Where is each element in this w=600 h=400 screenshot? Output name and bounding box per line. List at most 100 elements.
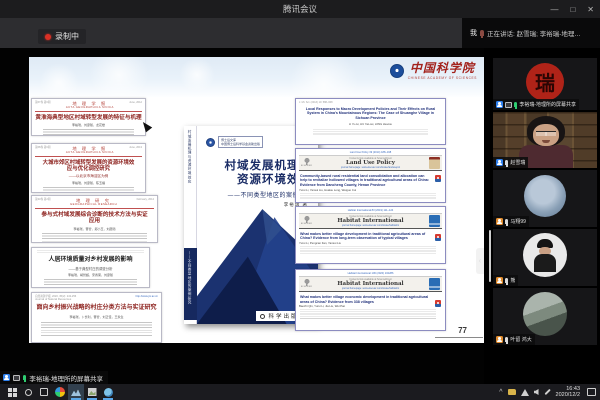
paper-subtitle: ——基于典型村庄的调查分析	[35, 266, 146, 271]
cas-logo: 中国科学院 CHINESE ACADEMY OF SCIENCES	[390, 62, 477, 80]
journal-name-en: ACTA GEOGRAPHICA SINICA	[66, 151, 114, 155]
journal-vol: 第68卷 第6期	[35, 146, 50, 149]
paper-card-en-2: Land Use Policy 39 (2014) 188–198 ELSEVI…	[295, 148, 446, 203]
windows-taskbar: ^ 16:43 2020/12/2	[0, 384, 600, 400]
participant-tile-video[interactable]: 赵雪瑞	[493, 112, 597, 168]
member-icon	[496, 159, 503, 166]
me-label: 我	[470, 28, 477, 38]
abstract-text-lines	[41, 322, 152, 336]
participant-tile-share[interactable]: 瑞 李裕瑞-地理所的屏幕共享	[493, 58, 597, 110]
paper-card-en-4: Habitat International 106 (2020) 102286 …	[295, 269, 446, 331]
paper-authors: Baozhi Qin, Yurui Li, Jia Liu, Wei Pan	[299, 304, 442, 308]
search-button[interactable]	[20, 384, 36, 400]
pen-tray-icon[interactable]	[544, 389, 550, 395]
screen-share-icon	[505, 102, 512, 108]
slide-footer-line	[435, 337, 483, 338]
participant-name: 熊	[510, 277, 515, 284]
paper-authors: 李裕瑞，卜长利，曹智，刘正佳，王永生	[35, 315, 158, 319]
journal-name: Journal of Natural Resources	[35, 298, 158, 301]
homepage-line: journal homepage: www.elsevier.com/locat…	[314, 224, 427, 227]
paper-authors: Yurui Li, Yansui Liu, Hualou Long, Weigu…	[299, 188, 442, 192]
avatar	[524, 175, 566, 217]
action-center-icon[interactable]	[587, 388, 596, 396]
member-icon	[496, 218, 503, 225]
window-titlebar: 腾讯会议 — □ ✕	[0, 0, 600, 18]
paper-title: Community-based rural residential land c…	[300, 174, 430, 188]
abstract-text-lines	[43, 129, 134, 136]
paper-title: 大城市郊区村域转型发展的资源环境效应与优化调控研究	[41, 160, 136, 174]
taskbar-app-photos[interactable]	[84, 384, 100, 400]
paper-authors: 李裕瑞，曹智，郑小玉，刘彦随	[35, 227, 154, 231]
publisher-logo-icon	[260, 314, 265, 319]
minimize-button[interactable]: —	[550, 5, 558, 14]
panel-collapse-handle[interactable]: ‹	[476, 248, 484, 274]
affiliation-text-lines	[300, 309, 436, 319]
shared-slide: 中国科学院 CHINESE ACADEMY OF SCIENCES 第67卷 第…	[29, 57, 485, 343]
journal-masthead: ELSEVIER Contents lists available at Sci…	[299, 155, 442, 172]
cas-emblem-icon	[390, 64, 404, 78]
homepage-line: journal homepage: www.elsevier.com/locat…	[314, 287, 427, 290]
taskbar-app-pinwheel[interactable]	[52, 384, 68, 400]
share-source-name: 李裕瑞-地理所的屏幕共享	[29, 373, 103, 383]
meeting-app-icon	[71, 388, 81, 396]
affiliation-text-lines	[300, 246, 436, 255]
window-controls: — □ ✕	[550, 0, 594, 18]
journal-masthead: ELSEVIER Contents lists available at Sci…	[299, 276, 442, 293]
photos-app-icon	[88, 388, 97, 396]
slide-page-number: 77	[458, 326, 467, 335]
participants-panel: ‹ 瑞 李裕瑞-地理所的屏幕共享 赵雪瑞	[484, 48, 600, 384]
taskbar-app-browser[interactable]	[100, 384, 116, 400]
network-tray-icon[interactable]	[521, 389, 529, 396]
avatar	[523, 292, 567, 336]
paper-authors: Yurui Li, Pengcan Fan, Yansui Liu	[299, 241, 442, 245]
recording-dot-icon	[45, 34, 51, 40]
maximize-button[interactable]: □	[570, 5, 575, 14]
crossmark-icon	[435, 300, 441, 307]
participant-tile[interactable]: 马翔99	[493, 170, 597, 227]
paper-title: 面向乡村振兴战略的村庄分类方法与实证研究	[35, 305, 158, 313]
paper-card-cn-2: 第68卷 第6期 地 理 学 报 ACTA GEOGRAPHICA SINICA…	[31, 143, 146, 193]
paper-authors: 李裕瑞，刘彦随，龙花楼	[35, 123, 142, 127]
book-series-tag: 博士后文库 中国博士后科学基金资助出版	[206, 136, 263, 148]
taskbar-clock[interactable]: 16:43 2020/12/2	[556, 386, 580, 398]
spine-title: 村域发展机理与资源环境效应	[188, 130, 193, 248]
recording-label: 录制中	[55, 31, 79, 42]
spine-subtitle: ——不同类型地区的案例研究	[188, 251, 193, 320]
elsevier-logo: ELSEVIER	[301, 157, 312, 170]
journal-header-lines	[37, 250, 144, 254]
journal-cover-thumbnail	[429, 215, 440, 228]
elsevier-logo: ELSEVIER	[301, 215, 312, 228]
volume-tray-icon[interactable]	[534, 389, 539, 395]
participant-name: 赵雪瑞	[510, 159, 525, 166]
participant-name: 李裕瑞-地理所的屏幕共享	[519, 101, 576, 108]
paper-title: What makes better village economic devel…	[300, 295, 430, 304]
participant-tile[interactable]: 叶留 鸿大	[493, 288, 597, 345]
task-view-button[interactable]	[36, 384, 52, 400]
person-glasses	[536, 131, 556, 136]
speaking-status-bar: 我 正在讲话: 赵雪瑞; 李裕瑞-地理…	[462, 18, 600, 48]
paper-card-cn-5: 自然资源学报, 2020, 35(2): 243-256 http://www.…	[31, 292, 162, 343]
participant-tile[interactable]: 熊	[493, 229, 597, 286]
taskbar-app-meeting[interactable]	[68, 384, 84, 400]
journal-vol: 第33卷 第2期	[35, 198, 50, 201]
tray-overflow-chevron[interactable]: ^	[499, 389, 502, 396]
start-button[interactable]	[4, 384, 20, 400]
abstract-text-lines	[42, 233, 147, 243]
clock-date: 2020/12/2	[556, 392, 580, 398]
speaking-status: 正在讲话: 赵雪瑞; 李裕瑞-地理…	[487, 28, 581, 38]
panel-scrollbar[interactable]	[489, 230, 491, 282]
folder-tray-icon[interactable]	[508, 389, 516, 395]
close-button[interactable]: ✕	[587, 5, 594, 14]
abstract-text-lines	[44, 279, 137, 285]
paper-title: 黄淮海典型地区村域转型发展的特征与机理	[35, 115, 142, 122]
participant-name: 叶留 鸿大	[510, 336, 531, 343]
search-icon	[25, 389, 32, 396]
paper-title: What makes better village development in…	[300, 232, 430, 241]
system-tray: ^ 16:43 2020/12/2	[499, 386, 600, 398]
elsevier-logo: ELSEVIER	[301, 278, 312, 291]
journal-issue: June, 2012	[129, 101, 142, 104]
paper-title: Local Responses to Macro Development Pol…	[303, 107, 438, 121]
windows-logo-icon	[8, 388, 17, 397]
screen-share-area: 中国科学院 CHINESE ACADEMY OF SCIENCES 第67卷 第…	[0, 48, 484, 384]
journal-issue: February, 2014	[137, 198, 154, 201]
